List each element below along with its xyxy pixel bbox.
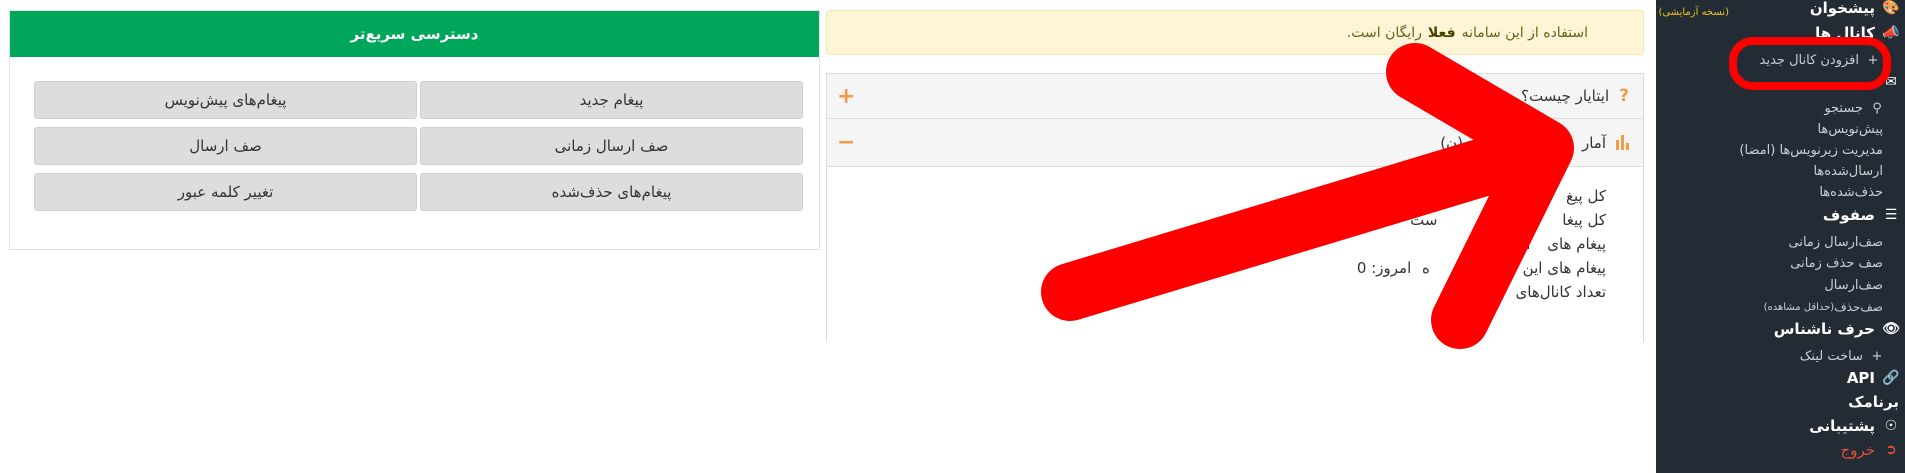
sidebar-item-send-queue[interactable]: صف‌ارسال: [1824, 278, 1883, 293]
sidebar-item-label: پیش‌نویس‌ها: [1817, 122, 1883, 137]
accordion-stats-header[interactable]: آمار (ن) −: [826, 119, 1644, 167]
stat-channel-count: تعداد کانال‌های: [1516, 283, 1606, 301]
stat-total-messages-2: کل پیغا ست: [1410, 211, 1606, 229]
stat-label: تعداد کانال‌های: [1515, 283, 1606, 301]
collapse-minus-icon[interactable]: −: [837, 130, 855, 155]
sidebar-item-add-channel[interactable]: + افزودن کانال جدید: [1760, 52, 1879, 68]
palette-icon: 🎨: [1882, 0, 1900, 16]
megaphone-icon: 📣: [1882, 25, 1900, 41]
sidebar-item-label: API: [1846, 369, 1875, 387]
list-icon: ☰: [1884, 207, 1898, 223]
search-icon: ⚲: [1872, 100, 1882, 116]
sidebar-item-label: پشتیبانی: [1809, 417, 1875, 435]
quick-access-panel: دسترسی سریع‌تر پیغام جدید پیغام‌های پیش‌…: [9, 10, 820, 250]
demo-badge: (نسخه آزمایشی): [1658, 7, 1729, 18]
sidebar-item-scheduled-queue[interactable]: صف‌ارسال زمانی: [1789, 235, 1883, 250]
envelope-icon: ✉: [1885, 74, 1897, 90]
link-icon: 🔗: [1882, 370, 1900, 386]
accordion-faq-header[interactable]: ? ایتایار چیست؟ +: [826, 73, 1644, 119]
sidebar-item-api[interactable]: 🔗 API: [1846, 369, 1900, 387]
plus-icon: +: [1867, 52, 1879, 68]
sidebar-item-deleted[interactable]: حذف‌شده‌ها: [1819, 185, 1883, 200]
sidebar-item-drafts[interactable]: پیش‌نویس‌ها: [1818, 122, 1883, 137]
send-queue-button[interactable]: صف ارسال: [34, 127, 417, 165]
stat-value: امروز: 0: [1476, 235, 1531, 253]
sidebar-item-queues[interactable]: ☰ صفوف: [1823, 206, 1899, 224]
sidebar-item-signatures[interactable]: مدیریت زیرنویس‌ها (امضا): [1739, 143, 1883, 158]
quick-access-title: دسترسی سریع‌تر: [10, 11, 819, 57]
sidebar-item-label: صفوف: [1822, 206, 1875, 224]
sidebar-item-label: صف حذف زمانی: [1790, 256, 1883, 271]
accordion-stats-title: آمار: [1581, 133, 1606, 152]
sidebar-item-support[interactable]: ☉ پشتیبانی: [1809, 417, 1899, 435]
stat-total-messages: کل پیغ: [1566, 187, 1606, 205]
stat-label: کل پیغ: [1566, 187, 1606, 205]
sidebar-item-label: صف‌حذف: [1834, 300, 1883, 314]
change-password-button[interactable]: تغییر کلمه عبور: [34, 173, 417, 211]
sidebar: (نسخه آزمایشی) 🎨 پیشخوان 📣 کانال ها + اف…: [1656, 0, 1905, 473]
stat-today-channel-messages: پیغام های این ه امروز: 0: [1357, 259, 1606, 277]
stat-label: پیغام های این: [1522, 259, 1606, 277]
expand-plus-icon[interactable]: +: [837, 84, 855, 109]
sidebar-item-label: ساخت لینک: [1799, 348, 1863, 364]
stat-value: امروز: 0: [1356, 259, 1412, 277]
sidebar-item-label: برنامک: [1848, 393, 1899, 411]
bar-chart-icon: [1616, 135, 1629, 150]
stat-label: پیغام های: [1547, 235, 1606, 253]
sidebar-item-label: حرف ناشناس: [1773, 320, 1875, 338]
sidebar-item-unknown-letter[interactable]: 👁 حرف ناشناس: [1773, 320, 1900, 338]
sidebar-item-label: صف‌ارسال زمانی: [1788, 235, 1883, 250]
deleted-messages-button[interactable]: پیغام‌های حذف‌شده: [420, 173, 803, 211]
plus-icon: +: [1871, 348, 1883, 364]
alert-highlight: فعلا: [1427, 24, 1456, 41]
eye-slash-icon: 👁: [1882, 321, 1900, 337]
sign-out-icon: ➲: [1885, 442, 1897, 458]
sidebar-item-search[interactable]: ⚲ جستجو: [1824, 100, 1883, 116]
sidebar-item-label: خروج: [1840, 441, 1875, 459]
stat-fragment: ه: [1422, 259, 1430, 277]
stats-panel: کل پیغ کل پیغا ست پیغام های امروز: 0 پیغ…: [826, 167, 1644, 342]
accordion-stats-title-tail: (ن): [1440, 133, 1463, 152]
sidebar-item-dashboard[interactable]: 🎨 پیشخوان: [1809, 0, 1900, 17]
alert-text-before: استفاده از این سامانه: [1461, 24, 1588, 41]
alert-text-after: رایگان است.: [1346, 24, 1422, 41]
sidebar-item-logout[interactable]: ➲ خروج: [1841, 441, 1899, 459]
sidebar-item-delete-queue[interactable]: صف‌حذف (حداقل مشاهده): [1764, 300, 1883, 314]
sidebar-item-create-link[interactable]: + ساخت لینک: [1800, 348, 1883, 364]
drafts-button[interactable]: پیغام‌های پیش‌نویس: [34, 81, 417, 119]
sidebar-item-label: حذف‌شده‌ها: [1819, 185, 1883, 200]
sidebar-item-sent[interactable]: ارسال‌شده‌ها: [1813, 164, 1883, 179]
sidebar-item-label: مدیریت زیرنویس‌ها (امضا): [1739, 143, 1883, 158]
scheduled-queue-button[interactable]: صف ارسال زمانی: [420, 127, 803, 165]
stat-label: کل پیغا: [1562, 211, 1606, 229]
stat-today-messages: پیغام های امروز: 0: [1476, 235, 1606, 253]
sidebar-item-label: صف‌ارسال: [1824, 278, 1883, 293]
sidebar-item-label: پیشخوان: [1809, 0, 1875, 17]
sidebar-item-label: کانال ها: [1815, 24, 1875, 42]
sidebar-item-messages[interactable]: ✉: [1875, 74, 1899, 90]
free-usage-alert: استفاده از این سامانه فعلا رایگان است.: [826, 10, 1644, 55]
new-message-button[interactable]: پیغام جدید: [420, 81, 803, 119]
sidebar-item-channels[interactable]: 📣 کانال ها: [1815, 24, 1900, 42]
question-icon: ?: [1619, 86, 1629, 106]
sidebar-item-label: افزودن کانال جدید: [1759, 52, 1859, 68]
sidebar-item-note: (حداقل مشاهده): [1763, 301, 1835, 313]
accordion-faq-title: ایتایار چیست؟: [1521, 87, 1610, 105]
sidebar-item-app[interactable]: برنامک: [1848, 393, 1899, 411]
sidebar-item-timed-delete-queue[interactable]: صف حذف زمانی: [1790, 256, 1883, 271]
stat-fragment: ست: [1410, 211, 1438, 229]
sidebar-item-label: جستجو: [1824, 100, 1863, 116]
lifebuoy-icon: ☉: [1884, 418, 1898, 434]
sidebar-item-label: ارسال‌شده‌ها: [1813, 164, 1883, 179]
